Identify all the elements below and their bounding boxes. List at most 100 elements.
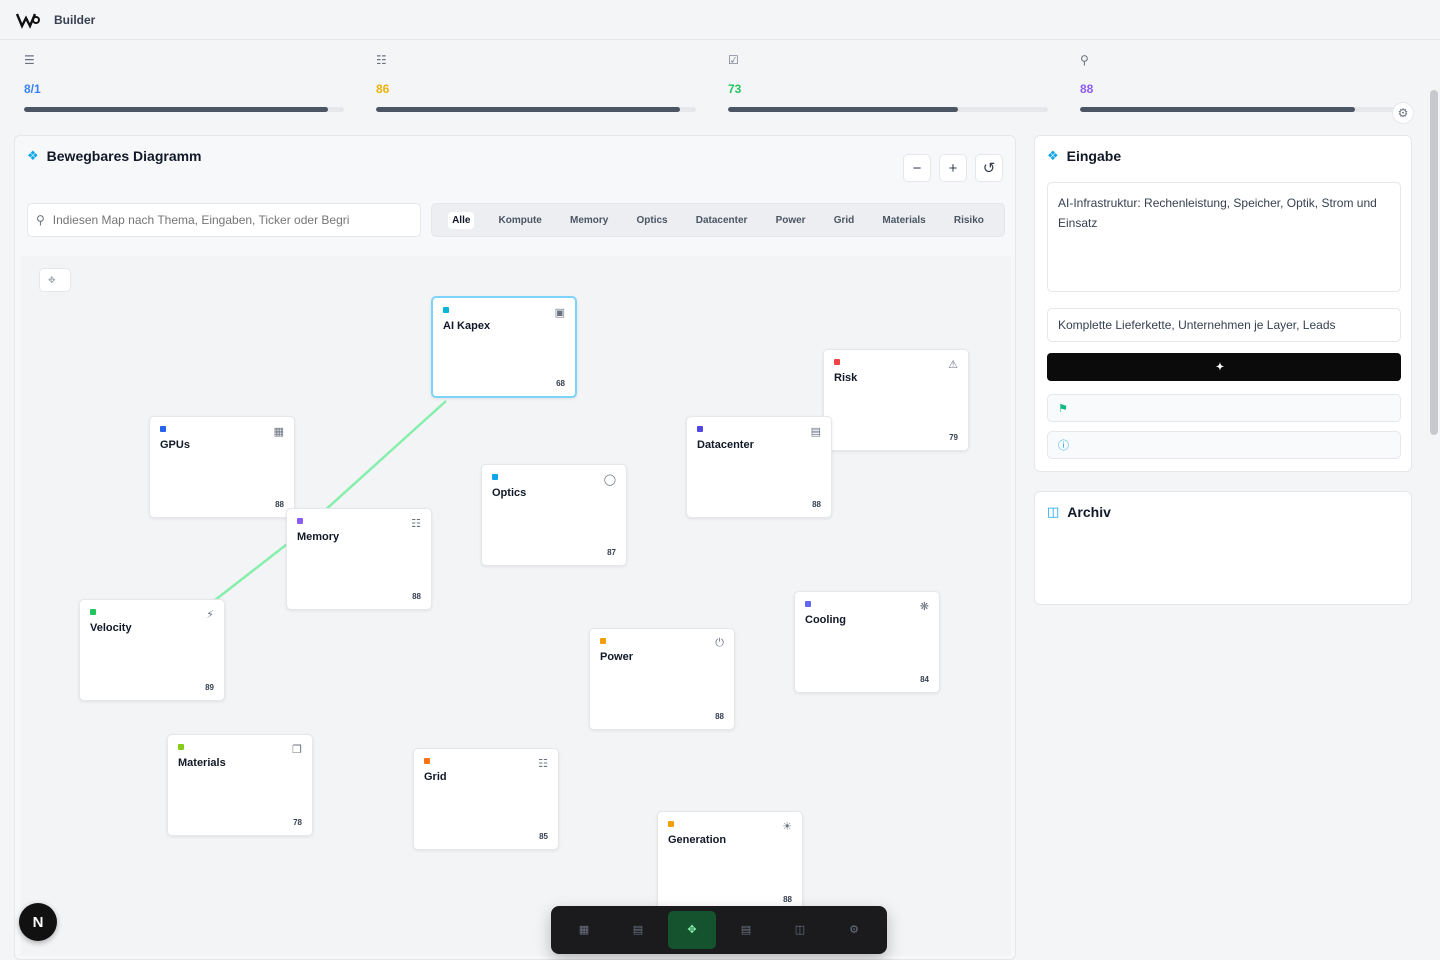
stat-progress-bar	[1080, 107, 1400, 112]
filter-grid[interactable]: Grid	[830, 212, 859, 229]
dock-item-6[interactable]: ⚙	[830, 911, 878, 949]
network-icon: ✥	[687, 923, 697, 936]
node-title: Grid	[424, 771, 447, 783]
node-description	[178, 773, 302, 797]
canvas-hint: ✥	[39, 268, 71, 292]
dock-item-3[interactable]: ✥	[668, 911, 716, 949]
node-color-dot	[805, 601, 811, 607]
node-ai-kapex[interactable]: ▣ AI Kapex 68	[431, 296, 577, 398]
optics-icon: ◯	[603, 474, 616, 486]
server-icon: ▤	[810, 426, 821, 438]
filter-risk[interactable]: Risiko	[950, 212, 988, 229]
map-search-input[interactable]	[52, 213, 403, 227]
node-color-dot	[424, 758, 430, 764]
node-title: Velocity	[90, 622, 132, 634]
node-title: Power	[600, 651, 634, 663]
zoom-in-button[interactable]: +	[939, 154, 967, 182]
check-icon: ☑	[728, 53, 739, 67]
settings-button[interactable]: ⚙	[1392, 102, 1414, 124]
stat-value: 88	[1080, 82, 1094, 96]
graph-header: ❖ Bewegbares Diagramm	[27, 148, 202, 170]
archive-panel-title: Archiv	[1067, 504, 1111, 520]
zoom-out-button[interactable]: −	[903, 154, 931, 182]
graph-canvas[interactable]: ✥ ▣ AI Kapex 68 ⚠ Risk 79 ▦ GPUs 88 ▤ Da…	[21, 256, 1011, 956]
dock-item-1[interactable]: ▦	[560, 911, 608, 949]
node-count: 85	[539, 832, 548, 841]
filter-all[interactable]: Alle	[448, 211, 475, 229]
filter-compute[interactable]: Kompute	[495, 212, 546, 229]
memory-icon: ☷	[411, 518, 421, 530]
node-optics[interactable]: ◯ Optics 87	[481, 464, 627, 566]
node-datacenter[interactable]: ▤ Datacenter 88	[686, 416, 832, 518]
stat-card-1: ☰ 8/1	[24, 52, 352, 120]
power-icon: ⏻	[715, 637, 724, 649]
node-description	[160, 455, 284, 479]
filter-memory[interactable]: Memory	[566, 212, 612, 229]
filter-power[interactable]: Power	[772, 212, 810, 229]
node-title: AI Kapex	[443, 320, 491, 332]
bolt-icon: ⚡	[206, 609, 214, 621]
next-dev-badge[interactable]: N	[19, 903, 57, 941]
node-materials[interactable]: ❐ Materials 78	[167, 734, 313, 836]
node-velocity[interactable]: ⚡ Velocity 89	[79, 599, 225, 701]
run-builder-button[interactable]: ✦	[1047, 353, 1401, 381]
node-title: Memory	[297, 531, 340, 543]
graph-panel: ❖ Bewegbares Diagramm − + ↺ ⚲ Alle Komput…	[14, 135, 1016, 960]
stat-progress-fill	[376, 107, 680, 112]
node-memory[interactable]: ☷ Memory 88	[286, 508, 432, 610]
input-icon: ❖	[1047, 148, 1059, 163]
node-count: 84	[920, 675, 929, 684]
logo-icon	[16, 13, 40, 29]
dock-item-2[interactable]: ▤	[614, 911, 662, 949]
filter-materials[interactable]: Materials	[878, 212, 929, 229]
stat-progress-bar	[24, 107, 344, 112]
graph-title: Bewegbares Diagramm	[46, 148, 202, 164]
dock-item-5[interactable]: ◫	[776, 911, 824, 949]
status-row-2: ⓘ	[1047, 431, 1401, 459]
flag-icon: ⚑	[1058, 402, 1068, 415]
node-color-dot	[492, 474, 498, 480]
page-scrollbar[interactable]	[1430, 90, 1438, 435]
node-generation[interactable]: ☀ Generation 88	[657, 811, 803, 913]
pin-icon: ⚲	[1080, 53, 1089, 67]
node-risk[interactable]: ⚠ Risk 79	[823, 349, 969, 451]
prompt-textarea[interactable]: AI-Infrastruktur: Rechenleistung, Speich…	[1047, 182, 1401, 292]
node-cooling[interactable]: ❋ Cooling 84	[794, 591, 940, 693]
layers-icon: ☰	[24, 53, 35, 67]
node-count: 68	[556, 379, 565, 388]
stat-card-4: ⚲ 88	[1080, 52, 1408, 120]
cube-icon: ❐	[292, 744, 302, 756]
alert-icon: ⚠	[948, 359, 958, 371]
gear-icon: ⚙	[1397, 106, 1409, 120]
map-search: ⚲	[27, 203, 421, 237]
node-description	[834, 388, 958, 412]
node-count: 88	[812, 500, 821, 509]
settings-icon: ⚙	[849, 923, 859, 936]
grid-icon: ☷	[538, 758, 548, 770]
node-power[interactable]: ⏻ Power 88	[589, 628, 735, 730]
layers-icon: ▤	[632, 923, 644, 936]
node-gpus[interactable]: ▦ GPUs 88	[149, 416, 295, 518]
diagram-icon: ❖	[27, 148, 39, 163]
node-title: Cooling	[805, 614, 846, 626]
node-description	[492, 503, 616, 527]
node-grid[interactable]: ☷ Grid 85	[413, 748, 559, 850]
node-count: 88	[715, 712, 724, 721]
scope-input[interactable]	[1047, 308, 1401, 342]
reset-view-button[interactable]: ↺	[975, 154, 1003, 182]
document-icon: ▤	[740, 923, 752, 936]
chip-icon: ▣	[554, 307, 565, 319]
node-color-dot	[90, 609, 96, 615]
minus-icon: −	[912, 159, 922, 177]
node-count: 79	[949, 433, 958, 442]
zoom-controls: − + ↺	[903, 154, 1003, 182]
stat-card-2: ☷ 86	[376, 52, 704, 120]
input-panel-title: Eingabe	[1066, 148, 1122, 164]
node-description	[600, 667, 724, 691]
filter-datacenter[interactable]: Datacenter	[692, 212, 752, 229]
archive-panel: ◫ Archiv	[1034, 491, 1412, 605]
dock-item-4[interactable]: ▤	[722, 911, 770, 949]
info-icon: ⓘ	[1058, 440, 1069, 452]
network-icon: ☷	[376, 53, 387, 67]
filter-optics[interactable]: Optics	[632, 212, 671, 229]
